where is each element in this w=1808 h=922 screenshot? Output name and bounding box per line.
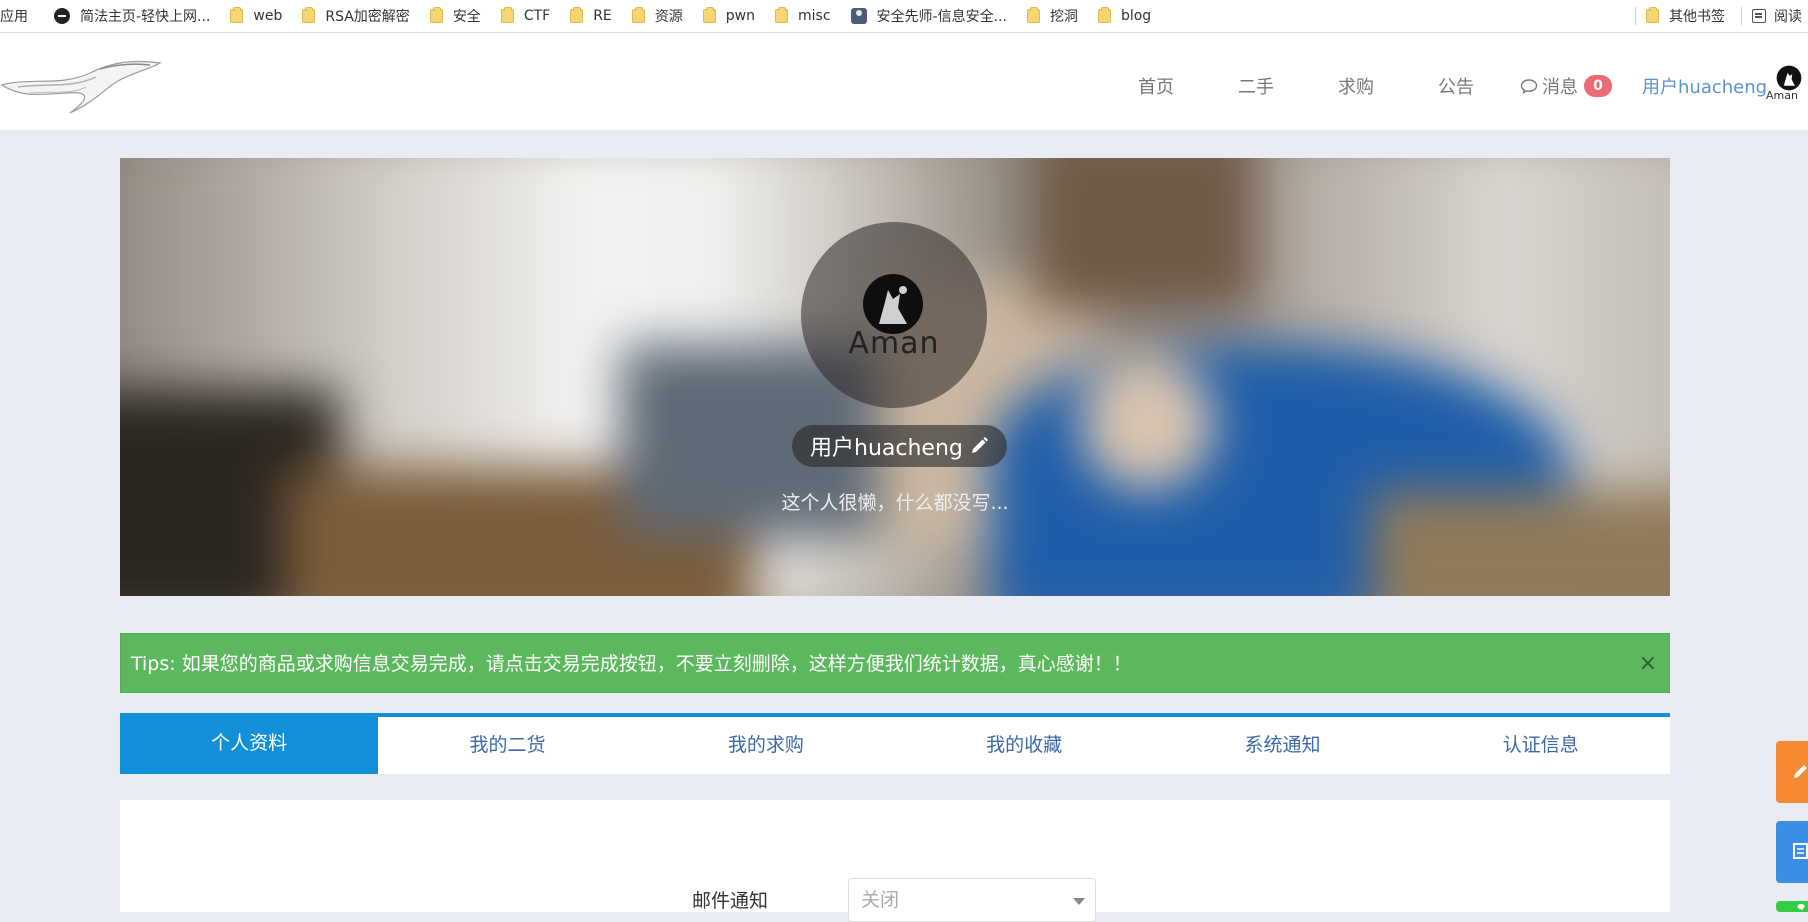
chat-bubble-icon xyxy=(1797,903,1805,911)
bookmark-folder[interactable]: RSA加密解密 xyxy=(302,0,415,32)
folder-icon xyxy=(500,7,514,23)
bookmark-label: web xyxy=(253,8,283,24)
nav-messages[interactable]: 消息 0 xyxy=(1520,73,1612,99)
bookmark-label: 应用 xyxy=(0,9,28,25)
email-notify-select[interactable]: 关闭 xyxy=(848,878,1096,922)
tab-favorites[interactable]: 我的收藏 xyxy=(895,717,1153,774)
bookmarks-bar: 应用 简法主页-轻快上网... web RSA加密解密 安全 CTF RE 资源… xyxy=(0,0,1808,33)
tab-verification[interactable]: 认证信息 xyxy=(1412,717,1670,774)
site-logo[interactable] xyxy=(0,47,165,117)
nav-username[interactable]: 用户huacheng xyxy=(1642,73,1767,99)
folder-icon xyxy=(1026,7,1040,23)
folder-icon xyxy=(1646,7,1659,23)
bookmark-folder[interactable]: 挖洞 xyxy=(1026,0,1084,32)
folder-icon xyxy=(631,7,645,23)
bookmark-other-folder[interactable]: 其他书签 xyxy=(1646,0,1731,32)
reading-list-icon xyxy=(1752,9,1766,23)
chat-bubble-icon xyxy=(1520,79,1538,95)
profile-banner: Aman 用户huacheng 这个人很懒，什么都没写... xyxy=(120,158,1670,596)
bookmark-label: 资源 xyxy=(654,9,683,25)
nav-home[interactable]: 首页 xyxy=(1138,73,1174,99)
folder-icon xyxy=(702,7,716,23)
bookmark-label: 安全先师-信息安全... xyxy=(876,9,1007,25)
bookmark-label: pwn xyxy=(725,8,755,24)
pencil-icon xyxy=(1794,765,1807,778)
bookmark-label: 挖洞 xyxy=(1049,9,1078,25)
float-chat-button[interactable] xyxy=(1776,901,1808,912)
message-count-badge: 0 xyxy=(1584,75,1612,97)
nav-wanted[interactable]: 求购 xyxy=(1338,73,1374,99)
float-note-button[interactable] xyxy=(1776,821,1808,883)
folder-icon xyxy=(302,7,316,23)
wolf-logo-icon xyxy=(1776,65,1802,91)
chevron-down-icon xyxy=(1073,898,1085,905)
bookmark-label: CTF xyxy=(523,8,551,24)
bookmark-item[interactable]: 简法主页-轻快上网... xyxy=(54,0,216,32)
username-edit-pill[interactable]: 用户huacheng xyxy=(792,425,1007,467)
profile-username: 用户huacheng xyxy=(810,436,963,461)
folder-icon xyxy=(570,7,584,23)
bookmark-item[interactable]: 安全先师-信息安全... xyxy=(850,0,1013,32)
bookmark-folder[interactable]: blog xyxy=(1097,0,1157,32)
reading-list[interactable]: 阅读 xyxy=(1752,0,1808,32)
email-notify-value: 关闭 xyxy=(861,889,900,911)
close-icon[interactable]: × xyxy=(1639,634,1657,694)
bookmark-folder[interactable]: 资源 xyxy=(631,0,689,32)
bookmark-folder[interactable]: 安全 xyxy=(429,0,487,32)
bookmark-folder[interactable]: CTF xyxy=(500,0,556,32)
nav-avatar[interactable]: Aman xyxy=(1766,65,1808,107)
folder-icon xyxy=(429,7,443,23)
tab-my-items[interactable]: 我的二货 xyxy=(378,717,636,774)
bookmark-folder[interactable]: pwn xyxy=(702,0,761,32)
site-person-icon xyxy=(850,8,867,24)
tab-profile[interactable]: 个人资料 xyxy=(120,713,379,774)
nav-secondhand[interactable]: 二手 xyxy=(1238,73,1274,99)
avatar-brand-text: Aman xyxy=(848,326,940,361)
tab-system-notice[interactable]: 系统通知 xyxy=(1153,717,1411,774)
float-edit-button[interactable] xyxy=(1776,741,1808,803)
bookmark-apps[interactable]: 应用 xyxy=(0,0,34,32)
tips-alert: Tips: 如果您的商品或求购信息交易完成，请点击交易完成按钮，不要立刻删除，这… xyxy=(120,633,1670,693)
bookmark-label: 简法主页-轻快上网... xyxy=(80,9,211,25)
tips-text: Tips: 如果您的商品或求购信息交易完成，请点击交易完成按钮，不要立刻删除，这… xyxy=(131,653,1132,675)
bookmarks-divider xyxy=(1741,7,1742,25)
bookmarks-divider xyxy=(1635,7,1636,25)
tab-my-wanted[interactable]: 我的求购 xyxy=(637,717,895,774)
profile-bio: 这个人很懒，什么都没写... xyxy=(781,492,1009,514)
profile-tabs: 个人资料 我的二货 我的求购 我的收藏 系统通知 认证信息 xyxy=(120,713,1670,774)
reading-list-label: 阅读 xyxy=(1774,9,1802,25)
profile-avatar[interactable]: Aman xyxy=(801,222,987,408)
bookmark-label: blog xyxy=(1120,8,1152,24)
folder-icon xyxy=(1097,7,1111,23)
bookmark-label: RSA加密解密 xyxy=(325,9,410,25)
email-notify-label: 邮件通知 xyxy=(692,890,769,912)
bookmark-label: 安全 xyxy=(452,9,481,25)
site-header: 首页 二手 求购 公告 消息 0 用户huacheng Aman xyxy=(0,33,1808,130)
bookmark-label: misc xyxy=(798,8,831,24)
bookmark-folder[interactable]: web xyxy=(230,0,288,32)
bookmark-folder[interactable]: RE xyxy=(570,0,618,32)
settings-panel: 邮件通知 关闭 xyxy=(120,800,1670,922)
folder-icon xyxy=(775,7,788,23)
bookmark-folder[interactable]: misc xyxy=(775,0,837,32)
nav-notice[interactable]: 公告 xyxy=(1438,73,1474,99)
folder-icon xyxy=(230,7,244,23)
pencil-icon xyxy=(971,437,988,453)
bookmark-label: RE xyxy=(593,8,612,24)
site-round-icon xyxy=(54,8,70,24)
bookmark-label: 其他书签 xyxy=(1669,9,1725,25)
nav-messages-label: 消息 xyxy=(1542,77,1578,98)
note-icon xyxy=(1793,843,1808,859)
nav-avatar-text: Aman xyxy=(1766,89,1798,102)
